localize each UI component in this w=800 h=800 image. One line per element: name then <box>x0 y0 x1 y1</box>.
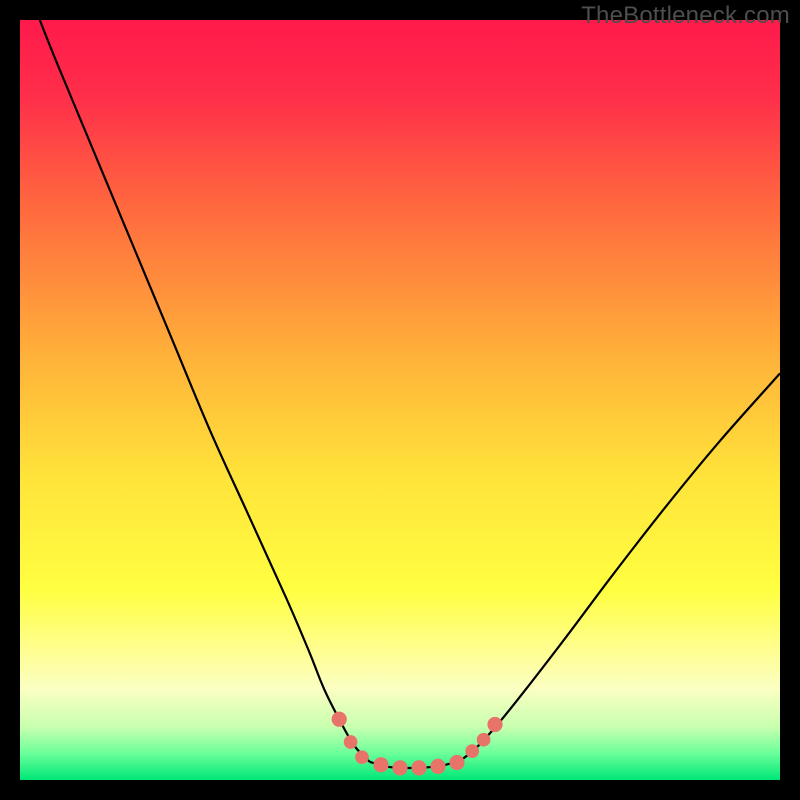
valley-marker <box>344 735 358 749</box>
outer-frame: TheBottleneck.com <box>0 0 800 800</box>
valley-marker <box>465 744 479 758</box>
bottleneck-chart <box>20 20 780 780</box>
valley-marker <box>355 750 369 764</box>
valley-marker <box>411 760 426 775</box>
valley-marker <box>430 759 445 774</box>
valley-marker <box>392 760 407 775</box>
valley-marker <box>487 717 502 732</box>
watermark-text: TheBottleneck.com <box>581 2 790 30</box>
valley-marker <box>373 757 388 772</box>
valley-marker <box>332 712 347 727</box>
chart-background <box>20 20 780 780</box>
valley-marker <box>477 733 491 747</box>
valley-marker <box>449 755 464 770</box>
